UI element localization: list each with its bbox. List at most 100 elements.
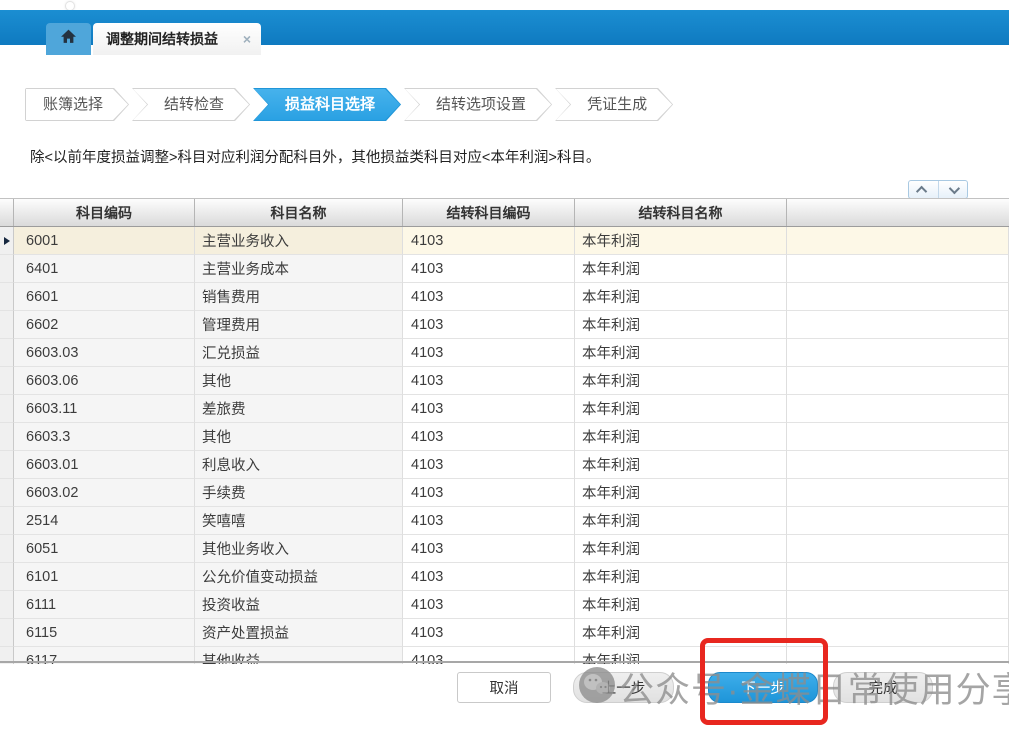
row-indicator-cell[interactable] [0,227,14,255]
cell-account-name[interactable]: 其他 [195,367,403,395]
wizard-step-1[interactable]: 账簿选择 [25,88,129,121]
cell-account-code[interactable]: 6603.01 [14,451,195,479]
previous-step-button[interactable]: 上一步 [573,672,674,703]
cell-account-code[interactable]: 6401 [14,255,195,283]
cell-account-code[interactable]: 6603.06 [14,367,195,395]
cell-account-name[interactable]: 其他业务收入 [195,535,403,563]
cell-account-code[interactable]: 6603.03 [14,339,195,367]
cell-target-account-name[interactable]: 本年利润 [575,227,787,255]
column-header-1[interactable]: 科目编码 [14,199,195,226]
tab-close-profit-transfer[interactable]: 调整期间结转损益 × [93,23,261,55]
row-indicator-cell[interactable] [0,339,14,367]
cell-account-name[interactable]: 汇兑损益 [195,339,403,367]
wizard-step-2[interactable]: 结转检查 [132,88,250,121]
cell-account-name[interactable]: 管理费用 [195,311,403,339]
row-indicator-cell[interactable] [0,367,14,395]
table-row[interactable]: 6115 资产处置损益 4103 本年利润 [0,619,1009,647]
cell-account-code[interactable]: 6603.11 [14,395,195,423]
cell-target-account-name[interactable]: 本年利润 [575,255,787,283]
cell-target-account-name[interactable]: 本年利润 [575,451,787,479]
cell-account-code[interactable]: 6111 [14,591,195,619]
column-header-3[interactable]: 结转科目编码 [403,199,575,226]
cell-account-code[interactable]: 6051 [14,535,195,563]
table-row[interactable]: 6603.06 其他 4103 本年利润 [0,367,1009,395]
cell-target-account-name[interactable]: 本年利润 [575,591,787,619]
table-row[interactable]: 6001 主营业务收入 4103 本年利润 [0,227,1009,255]
cell-account-name[interactable]: 差旅费 [195,395,403,423]
cell-target-account-code[interactable]: 4103 [403,619,575,647]
cell-target-account-code[interactable]: 4103 [403,591,575,619]
cell-account-code[interactable]: 6101 [14,563,195,591]
cell-target-account-name[interactable]: 本年利润 [575,339,787,367]
cell-account-name[interactable]: 其他 [195,423,403,451]
cell-target-account-name[interactable]: 本年利润 [575,507,787,535]
cell-account-code[interactable]: 6603.02 [14,479,195,507]
cell-account-name[interactable]: 投资收益 [195,591,403,619]
row-indicator-cell[interactable] [0,423,14,451]
cell-account-code[interactable]: 6601 [14,283,195,311]
table-row[interactable]: 6401 主营业务成本 4103 本年利润 [0,255,1009,283]
cell-target-account-code[interactable]: 4103 [403,339,575,367]
cell-target-account-name[interactable]: 本年利润 [575,395,787,423]
row-indicator-cell[interactable] [0,311,14,339]
cell-target-account-code[interactable]: 4103 [403,227,575,255]
table-row[interactable]: 6601 销售费用 4103 本年利润 [0,283,1009,311]
row-indicator-cell[interactable] [0,479,14,507]
cell-target-account-code[interactable]: 4103 [403,563,575,591]
cell-target-account-code[interactable]: 4103 [403,451,575,479]
cell-account-name[interactable]: 销售费用 [195,283,403,311]
row-indicator-cell[interactable] [0,255,14,283]
cell-target-account-code[interactable]: 4103 [403,479,575,507]
table-row[interactable]: 6603.02 手续费 4103 本年利润 [0,479,1009,507]
table-row[interactable]: 6603.01 利息收入 4103 本年利润 [0,451,1009,479]
wizard-step-4[interactable]: 结转选项设置 [404,88,552,121]
table-row[interactable]: 6602 管理费用 4103 本年利润 [0,311,1009,339]
cell-target-account-code[interactable]: 4103 [403,311,575,339]
cell-target-account-name[interactable]: 本年利润 [575,367,787,395]
cell-target-account-code[interactable]: 4103 [403,255,575,283]
row-indicator-cell[interactable] [0,619,14,647]
table-row[interactable]: 6603.3 其他 4103 本年利润 [0,423,1009,451]
cell-account-code[interactable]: 6602 [14,311,195,339]
wizard-step-3[interactable]: 损益科目选择 [253,88,401,121]
cell-target-account-code[interactable]: 4103 [403,535,575,563]
row-indicator-cell[interactable] [0,395,14,423]
cell-account-code[interactable]: 6603.3 [14,423,195,451]
cell-account-code[interactable]: 2514 [14,507,195,535]
cell-account-name[interactable]: 公允价值变动损益 [195,563,403,591]
column-header-2[interactable]: 科目名称 [195,199,403,226]
row-indicator-cell[interactable] [0,563,14,591]
cell-account-name[interactable]: 笑嘻嘻 [195,507,403,535]
cell-target-account-code[interactable]: 4103 [403,507,575,535]
cell-account-name[interactable]: 利息收入 [195,451,403,479]
cell-target-account-name[interactable]: 本年利润 [575,479,787,507]
cell-target-account-name[interactable]: 本年利润 [575,563,787,591]
table-row[interactable]: 2514 笑嘻嘻 4103 本年利润 [0,507,1009,535]
pager-up-button[interactable] [909,181,939,198]
cell-account-code[interactable]: 6001 [14,227,195,255]
home-tab[interactable] [46,23,91,55]
cell-account-code[interactable]: 6115 [14,619,195,647]
cell-target-account-code[interactable]: 4103 [403,367,575,395]
cell-target-account-code[interactable]: 4103 [403,423,575,451]
row-indicator-cell[interactable] [0,535,14,563]
next-step-button[interactable]: 下一步 [708,672,818,703]
cell-target-account-name[interactable]: 本年利润 [575,619,787,647]
cell-account-name[interactable]: 主营业务收入 [195,227,403,255]
close-icon[interactable]: × [243,32,251,46]
row-indicator-cell[interactable] [0,507,14,535]
column-header-4[interactable]: 结转科目名称 [575,199,787,226]
row-indicator-cell[interactable] [0,591,14,619]
cell-target-account-name[interactable]: 本年利润 [575,311,787,339]
cell-account-name[interactable]: 资产处置损益 [195,619,403,647]
cell-target-account-code[interactable]: 4103 [403,283,575,311]
cell-target-account-name[interactable]: 本年利润 [575,283,787,311]
finish-button[interactable]: 完成 [833,672,933,703]
cell-target-account-name[interactable]: 本年利润 [575,535,787,563]
table-row[interactable]: 6603.03 汇兑损益 4103 本年利润 [0,339,1009,367]
row-indicator-cell[interactable] [0,451,14,479]
cell-target-account-name[interactable]: 本年利润 [575,423,787,451]
table-row[interactable]: 6603.11 差旅费 4103 本年利润 [0,395,1009,423]
pager-down-button[interactable] [939,181,968,198]
cell-account-name[interactable]: 手续费 [195,479,403,507]
